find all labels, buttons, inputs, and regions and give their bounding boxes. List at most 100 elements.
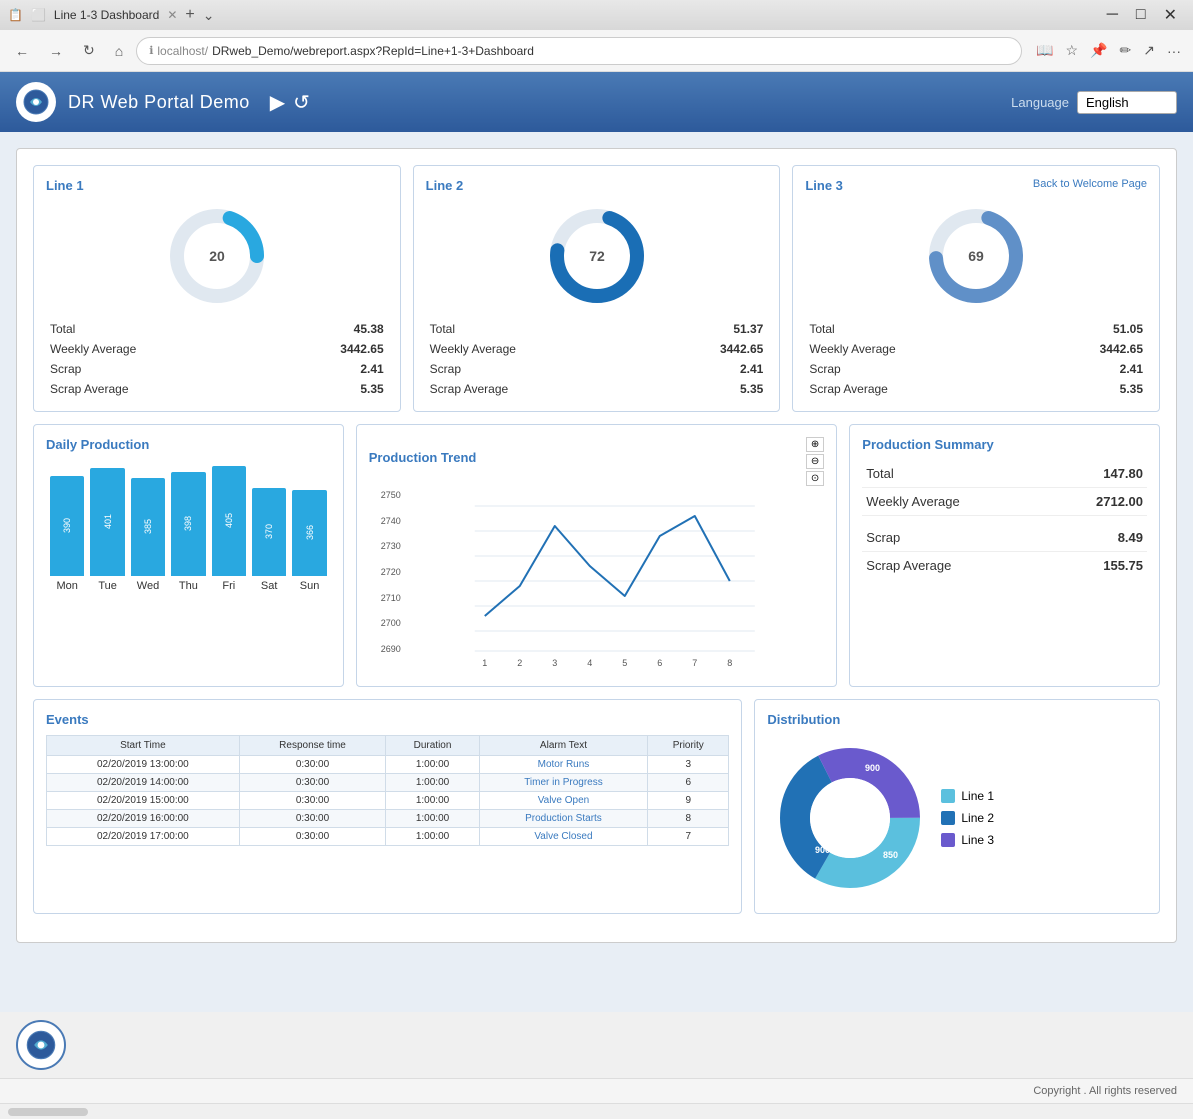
new-tab-icon[interactable]: +	[185, 6, 194, 24]
zoom-reset-button[interactable]: ⊙	[806, 471, 824, 486]
home-button[interactable]: ⌂	[108, 38, 130, 64]
back-to-welcome-link[interactable]: Back to Welcome Page	[1033, 178, 1147, 190]
bar-wed-value: 385	[143, 519, 153, 534]
line1-card: Line 1 20 Total45.38 Weekly Average3442.…	[33, 165, 401, 412]
trend-chart-area: 2750 2740 2730 2720 2710 2700 2690	[369, 486, 825, 674]
legend-label-line2: Line 2	[961, 811, 994, 825]
bar-sun-label: Sun	[300, 580, 320, 592]
event-duration-2: 1:00:00	[386, 774, 479, 792]
bar-fri-value: 405	[224, 513, 234, 528]
col-start-time: Start Time	[47, 736, 240, 756]
event-response-4: 0:30:00	[239, 810, 386, 828]
svg-text:20: 20	[209, 248, 225, 264]
svg-text:900: 900	[865, 763, 880, 773]
bar-sun-bar: 366	[292, 490, 326, 576]
trend-svg-wrapper: 1 2 3 4 5 6 7 8	[405, 486, 825, 674]
line2-donut: 72	[542, 201, 652, 311]
url-protocol: localhost/	[157, 44, 208, 58]
reader-view-icon[interactable]: 📖	[1032, 38, 1057, 63]
summary-scrap-row: Scrap 8.49	[862, 524, 1147, 552]
share-icon[interactable]: ↗	[1139, 38, 1159, 63]
y-label-2690: 2690	[369, 644, 401, 654]
forward-button[interactable]: →	[42, 38, 70, 64]
l3-total-label: Total	[809, 322, 834, 336]
svg-text:900: 900	[815, 845, 830, 855]
production-trend-card: Production Trend ⊕ ⊖ ⊙ 2750 2740 2730	[356, 424, 838, 687]
event-row-1: 02/20/2019 13:00:00 0:30:00 1:00:00 Moto…	[47, 756, 729, 774]
zoom-out-button[interactable]: ⊖	[806, 454, 824, 469]
event-priority-3: 9	[648, 792, 729, 810]
y-axis: 2750 2740 2730 2720 2710 2700 2690	[369, 486, 405, 674]
event-response-3: 0:30:00	[239, 792, 386, 810]
line3-stats: Total51.05 Weekly Average3442.65 Scrap2.…	[805, 319, 1147, 399]
language-section: Language English German French	[1011, 91, 1177, 114]
legend-label-line1: Line 1	[961, 789, 994, 803]
bar-chart-wrapper: 390 Mon 401 Tue	[46, 460, 331, 600]
legend-label-line3: Line 3	[961, 833, 994, 847]
l1-scrapavg-label: Scrap Average	[50, 382, 129, 396]
event-priority-1: 3	[648, 756, 729, 774]
l3-wavg-label: Weekly Average	[809, 342, 895, 356]
svg-text:8: 8	[727, 658, 732, 668]
bar-sun-value: 366	[305, 525, 315, 540]
language-select[interactable]: English German French	[1077, 91, 1177, 114]
bar-fri-bar: 405	[212, 466, 246, 576]
edit-icon[interactable]: ✏	[1116, 38, 1136, 63]
event-priority-5: 7	[648, 828, 729, 846]
legend-line2: Line 2	[941, 811, 994, 825]
bar-sat-bar: 370	[252, 488, 286, 576]
bar-sat: 370 Sat	[252, 488, 286, 592]
event-start-2: 02/20/2019 14:00:00	[47, 774, 240, 792]
close-tab-icon[interactable]: ✕	[167, 8, 177, 22]
sync-button[interactable]: ↺	[293, 90, 310, 115]
event-row-3: 02/20/2019 15:00:00 0:30:00 1:00:00 Valv…	[47, 792, 729, 810]
back-button[interactable]: ←	[8, 38, 36, 64]
pin-icon[interactable]: 📌	[1086, 38, 1111, 63]
line1-title: Line 1	[46, 178, 388, 193]
address-bar[interactable]: ℹ localhost/DRweb_Demo/webreport.aspx?Re…	[136, 37, 1022, 65]
bar-tue: 401 Tue	[90, 468, 124, 592]
refresh-button[interactable]: ↻	[76, 37, 102, 64]
minimize-button[interactable]: ─	[1099, 3, 1126, 27]
summary-scrap-label: Scrap	[866, 530, 900, 545]
line2-card: Line 2 72 Total51.37 Weekly Average3442.…	[413, 165, 781, 412]
bookmark-icon[interactable]: ☆	[1062, 38, 1083, 63]
distribution-card: Distribution 9	[754, 699, 1160, 914]
summary-scrap-value: 8.49	[1118, 530, 1143, 545]
svg-text:5: 5	[622, 658, 627, 668]
line3-header: Line 3 Back to Welcome Page	[805, 178, 1147, 201]
bar-thu-label: Thu	[179, 580, 198, 592]
bar-thu-value: 398	[183, 516, 193, 531]
y-label-2730: 2730	[369, 541, 401, 551]
distribution-legend: Line 1 Line 2 Line 3	[941, 789, 994, 847]
trend-svg: 1 2 3 4 5 6 7 8	[405, 486, 825, 671]
zoom-in-button[interactable]: ⊕	[806, 437, 824, 452]
line1-donut: 20	[162, 201, 272, 311]
summary-scrapavg-value: 155.75	[1103, 558, 1143, 573]
event-duration-3: 1:00:00	[386, 792, 479, 810]
distribution-title: Distribution	[767, 712, 1147, 727]
svg-text:72: 72	[589, 248, 605, 264]
menu-icon[interactable]: ···	[1163, 38, 1185, 63]
l1-scrap-label: Scrap	[50, 362, 81, 376]
l3-scrapavg-label: Scrap Average	[809, 382, 888, 396]
event-row-4: 02/20/2019 16:00:00 0:30:00 1:00:00 Prod…	[47, 810, 729, 828]
y-label-2740: 2740	[369, 516, 401, 526]
window-tab-icon: ⬜	[31, 8, 46, 22]
event-priority-4: 8	[648, 810, 729, 828]
close-button[interactable]: ✕	[1156, 3, 1185, 27]
event-duration-5: 1:00:00	[386, 828, 479, 846]
bar-chart: 390 Mon 401 Tue	[50, 460, 327, 600]
l1-total-value: 45.38	[354, 322, 384, 336]
daily-production-card: Daily Production 390 Mon 401	[33, 424, 344, 687]
play-button[interactable]: ▶	[270, 90, 285, 115]
bar-sat-label: Sat	[261, 580, 278, 592]
tab-menu-icon[interactable]: ⌄	[203, 7, 215, 24]
scrollbar-area[interactable]	[0, 1103, 1193, 1119]
bar-fri-label: Fri	[222, 580, 235, 592]
scrollbar-thumb[interactable]	[8, 1108, 88, 1116]
maximize-button[interactable]: □	[1128, 3, 1154, 27]
l3-total-value: 51.05	[1113, 322, 1143, 336]
col-alarm-text: Alarm Text	[479, 736, 647, 756]
y-label-2720: 2720	[369, 567, 401, 577]
